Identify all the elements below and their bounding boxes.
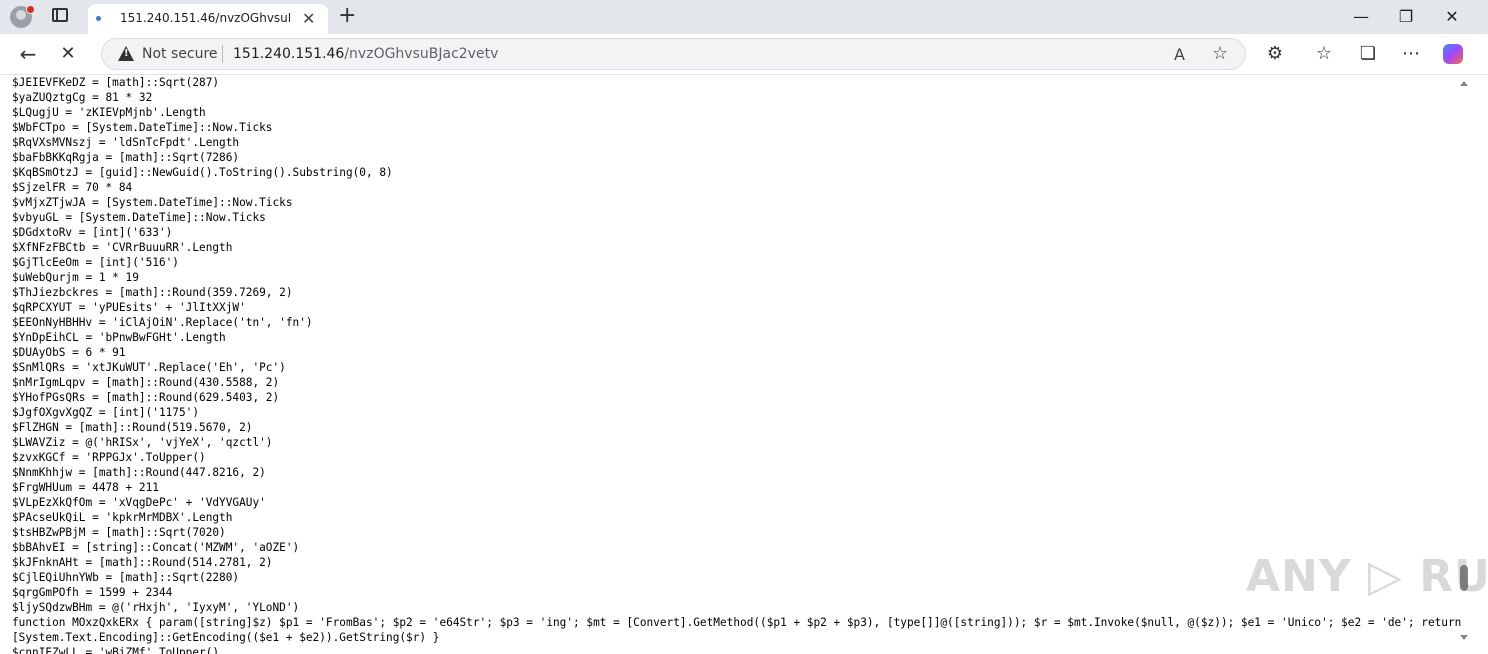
code-line: $EEOnNyHBHHv = 'iClAjOiN'.Replace('tn', …: [12, 316, 313, 329]
stop-loading-button[interactable]: ✕: [56, 43, 80, 64]
code-line: $uWebQurjm = 1 * 19: [12, 271, 139, 284]
code-line: $ljySQdzwBHm = @('rHxjh', 'IyxyM', 'YLoN…: [12, 601, 300, 614]
tab-actions-icon[interactable]: [52, 8, 68, 22]
extensions-icon[interactable]: ⚙: [1264, 43, 1286, 64]
code-line: $YnDpEihCL = 'bPnwBwFGHt'.Length: [12, 331, 226, 344]
security-indicator[interactable]: Not secure: [142, 46, 218, 62]
anyrun-watermark: ANY ▷ RUN: [1246, 545, 1488, 602]
address-separator: [222, 45, 223, 63]
code-line: $vbyuGL = [System.DateTime]::Now.Ticks: [12, 211, 266, 224]
code-line: $VLpEzXkQfOm = 'xVqgDePc' + 'VdYVGAUy': [12, 496, 266, 509]
profile-notification-badge: [26, 5, 35, 14]
code-line: $yaZUQztgCg = 81 * 32: [12, 91, 153, 104]
code-line: $FrgWHUum = 4478 + 211: [12, 481, 159, 494]
code-line: $vMjxZTjwJA = [System.DateTime]::Now.Tic…: [12, 196, 293, 209]
code-line: $RqVXsMVNszj = 'ldSnTcFpdt'.Length: [12, 136, 240, 149]
code-line: $KqBSmOtzJ = [guid]::NewGuid().ToString(…: [12, 166, 393, 179]
scroll-down-arrow-icon[interactable]: [1460, 635, 1468, 640]
close-window-button[interactable]: ✕: [1440, 7, 1464, 26]
url-host: 151.240.151.46: [233, 46, 345, 62]
favorites-icon[interactable]: ☆: [1313, 43, 1335, 64]
code-line: $DGdxtoRv = [int]('633'): [12, 226, 173, 239]
code-line: $cnnIEZwLL = 'wBiZMf'.ToUpper(): [12, 646, 220, 654]
code-line: $baFbBKKqRgja = [math]::Sqrt(7286): [12, 151, 240, 164]
read-aloud-icon[interactable]: A: [1174, 45, 1185, 64]
settings-menu-icon[interactable]: ⋯: [1400, 43, 1422, 64]
tab-title: 151.240.151.46/nvzOGhvsuBJac2vetv: [120, 11, 290, 25]
warning-icon[interactable]: [118, 46, 134, 61]
code-line: $LWAVZiz = @('hRISx', 'vjYeX', 'qzctl'): [12, 436, 273, 449]
code-line: $tsHBZwPBjM = [math]::Sqrt(7020): [12, 526, 226, 539]
code-line: $qRPCXYUT = 'yPUEsits' + 'JlItXXjW': [12, 301, 246, 314]
address-url[interactable]: 151.240.151.46/nvzOGhvsuBJac2vetv: [233, 46, 498, 62]
code-line: $JgfOXgvXgQZ = [int]('1175'): [12, 406, 200, 419]
browser-toolbar: ← ✕ Not secure 151.240.151.46/nvzOGhvsuB…: [0, 34, 1488, 75]
tab-close-icon[interactable]: ✕: [302, 9, 315, 28]
maximize-button[interactable]: ❐: [1394, 7, 1418, 26]
code-line: $FlZHGN = [math]::Round(519.5670, 2): [12, 421, 253, 434]
browser-tab[interactable]: 151.240.151.46/nvzOGhvsuBJac2vetv ✕: [88, 4, 328, 34]
add-favorite-icon[interactable]: ☆: [1212, 43, 1228, 64]
code-line: function MOxzQxkERx { param([string]$z) …: [12, 616, 1469, 644]
code-line: $WbFCTpo = [System.DateTime]::Now.Ticks: [12, 121, 273, 134]
scroll-up-arrow-icon[interactable]: [1460, 81, 1468, 86]
watermark-text: ANY ▷ RUN: [1246, 551, 1488, 602]
address-bar[interactable]: Not secure 151.240.151.46/nvzOGhvsuBJac2…: [101, 38, 1246, 70]
code-line: $XfNFzFBCtb = 'CVRrBuuuRR'.Length: [12, 241, 233, 254]
url-path: /nvzOGhvsuBJac2vetv: [344, 46, 499, 62]
copilot-icon[interactable]: [1443, 44, 1463, 64]
collections-icon[interactable]: ❏: [1357, 43, 1379, 64]
code-line: $JEIEVFKeDZ = [math]::Sqrt(287): [12, 76, 220, 89]
code-line: $ThJiezbckres = [math]::Round(359.7269, …: [12, 286, 293, 299]
code-line: $SjzelFR = 70 * 84: [12, 181, 133, 194]
code-line: $GjTlcEeOm = [int]('516'): [12, 256, 179, 269]
tab-favicon-icon: [96, 16, 101, 21]
code-line: $YHofPGsQRs = [math]::Round(629.5403, 2): [12, 391, 280, 404]
code-line: $DUAyObS = 6 * 91: [12, 346, 126, 359]
back-button[interactable]: ←: [16, 42, 40, 66]
new-tab-button[interactable]: +: [338, 3, 356, 28]
code-line: $zvxKGCf = 'RPPGJx'.ToUpper(): [12, 451, 206, 464]
tab-strip: 151.240.151.46/nvzOGhvsuBJac2vetv ✕ + — …: [0, 0, 1488, 34]
code-line: $NnmKhhjw = [math]::Round(447.8216, 2): [12, 466, 266, 479]
code-line: $PAcseUkQiL = 'kpkrMrMDBX'.Length: [12, 511, 233, 524]
minimize-button[interactable]: —: [1349, 7, 1373, 26]
code-line: $nMrIgmLqpv = [math]::Round(430.5588, 2): [12, 376, 280, 389]
code-line: $SnMlQRs = 'xtJKuWUT'.Replace('Eh', 'Pc'…: [12, 361, 286, 374]
code-line: $LQugjU = 'zKIEVpMjnb'.Length: [12, 106, 206, 119]
